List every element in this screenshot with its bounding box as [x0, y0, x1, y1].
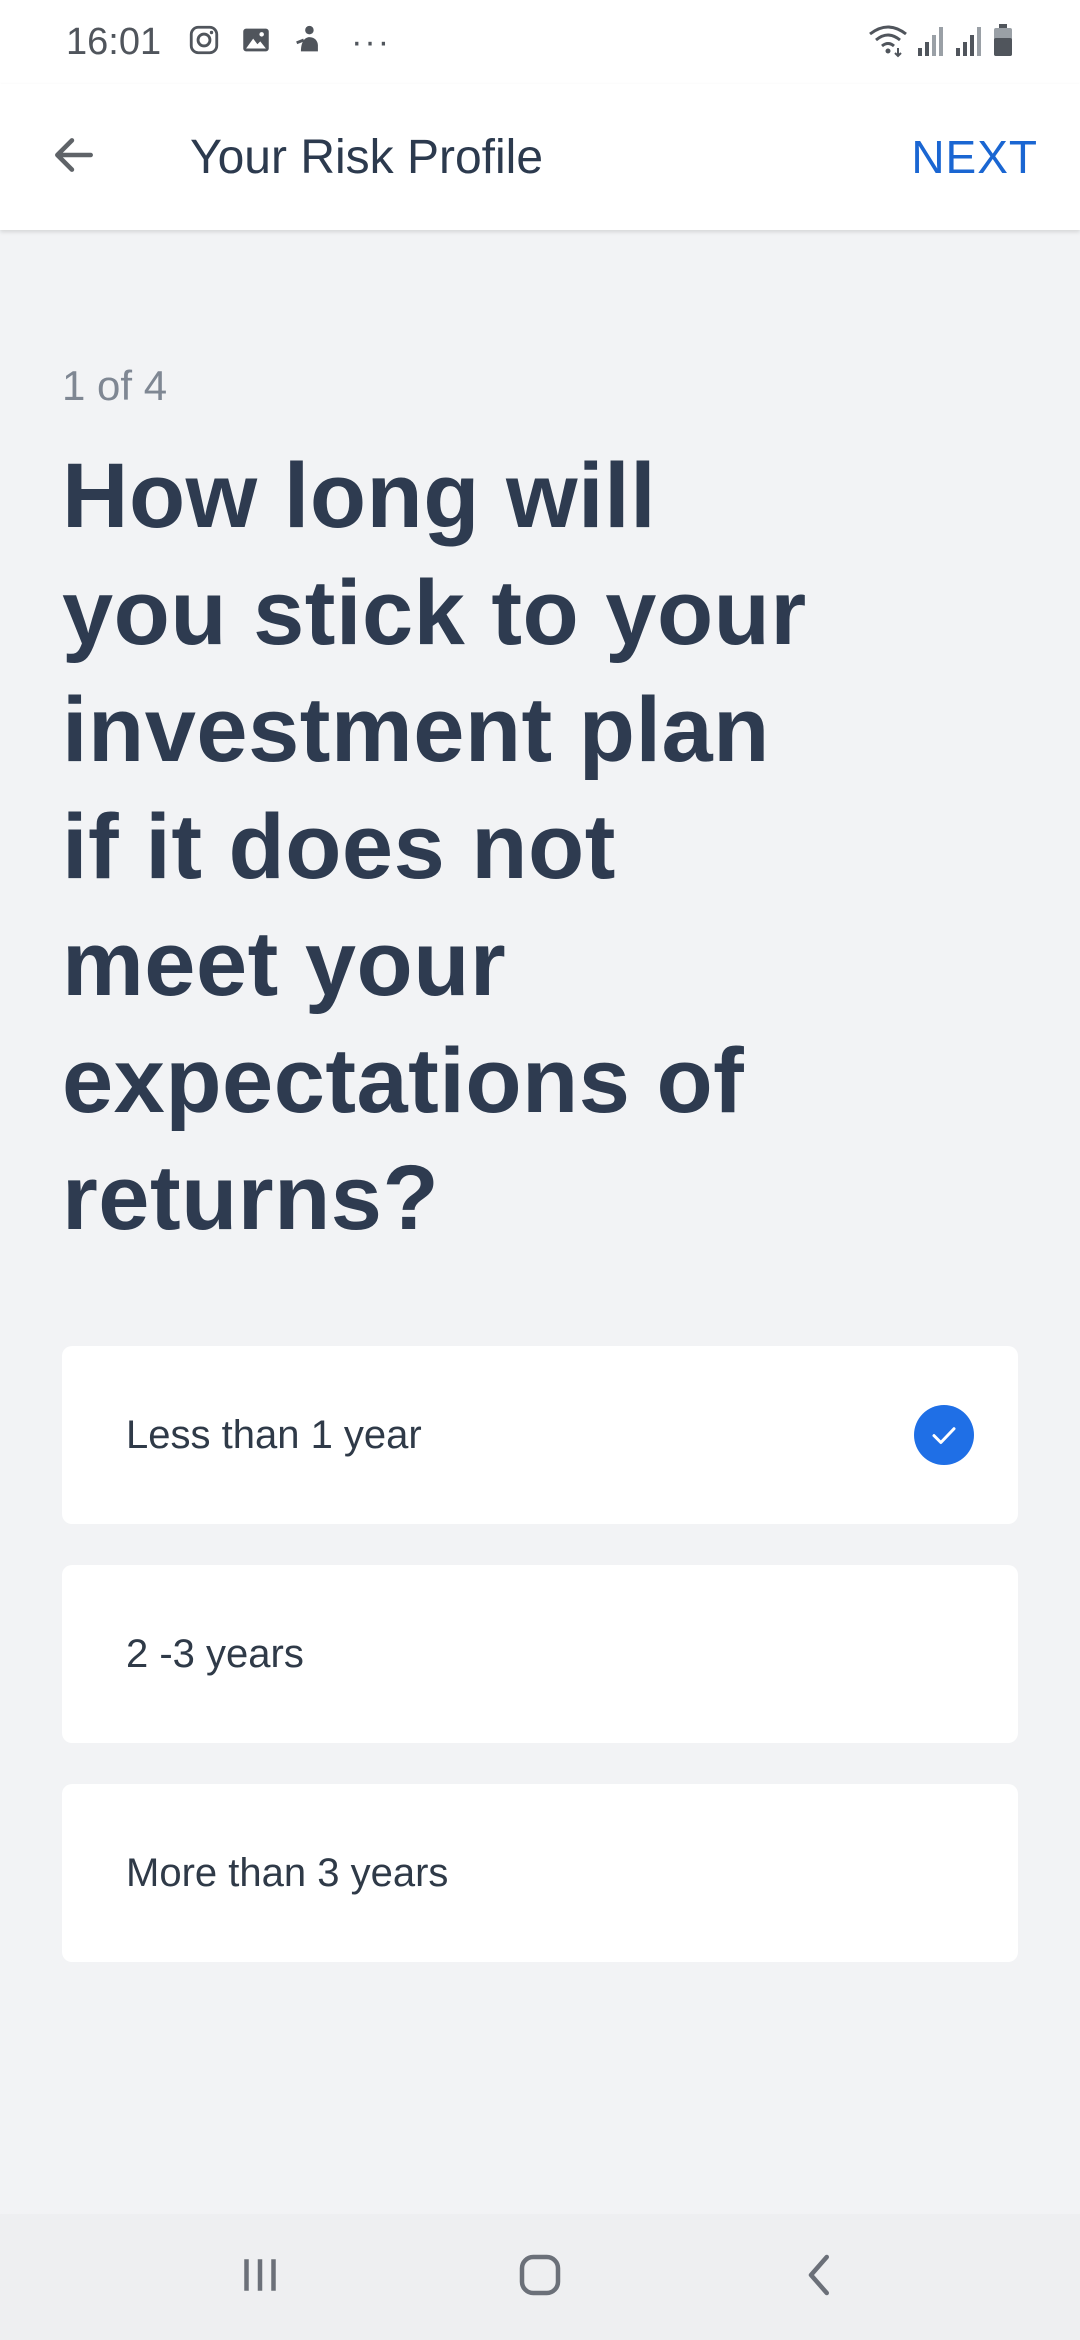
option-label: Less than 1 year — [126, 1412, 422, 1457]
app-bar: Your Risk Profile NEXT — [0, 84, 1080, 230]
arrow-left-icon — [49, 130, 99, 185]
notification-icon — [291, 23, 325, 62]
status-icons-right — [868, 22, 1014, 63]
option-label: 2 -3 years — [126, 1631, 304, 1676]
back-button[interactable] — [24, 107, 124, 207]
home-icon — [513, 2248, 567, 2307]
wifi-icon — [868, 22, 908, 63]
status-bar: 16:01 ··· — [0, 0, 1080, 84]
option-more-than-3-years[interactable]: More than 3 years — [62, 1784, 1018, 1962]
back-icon — [793, 2248, 847, 2307]
status-time: 16:01 — [66, 20, 162, 63]
next-button[interactable]: NEXT — [911, 130, 1038, 184]
option-label: More than 3 years — [126, 1850, 449, 1895]
option-less-than-1-year[interactable]: Less than 1 year — [62, 1346, 1018, 1524]
gallery-icon — [239, 23, 273, 62]
screen: 16:01 ··· Your Risk Profile NEXT 1 of 4 … — [0, 0, 1080, 2340]
step-indicator: 1 of 4 — [62, 362, 168, 409]
battery-icon — [992, 22, 1014, 63]
system-nav-bar — [0, 2214, 1080, 2340]
question-section: 1 of 4 How long will you stick to your i… — [62, 230, 1022, 1257]
answer-options: Less than 1 year 2 -3 years More than 3 … — [62, 1346, 1018, 2003]
instagram-icon — [187, 23, 221, 62]
status-icons-left: ··· — [187, 23, 391, 62]
signal-icon — [916, 22, 946, 63]
status-more-icon: ··· — [351, 22, 392, 61]
option-2-3-years[interactable]: 2 -3 years — [62, 1565, 1018, 1743]
recent-apps-button[interactable] — [200, 2227, 320, 2327]
page-title: Your Risk Profile — [190, 130, 544, 184]
home-button[interactable] — [480, 2227, 600, 2327]
recent-apps-icon — [233, 2248, 287, 2307]
signal-icon — [954, 22, 984, 63]
question-heading: How long will you stick to your investme… — [62, 445, 807, 1249]
check-circle-icon — [914, 1405, 974, 1465]
system-back-button[interactable] — [760, 2227, 880, 2327]
